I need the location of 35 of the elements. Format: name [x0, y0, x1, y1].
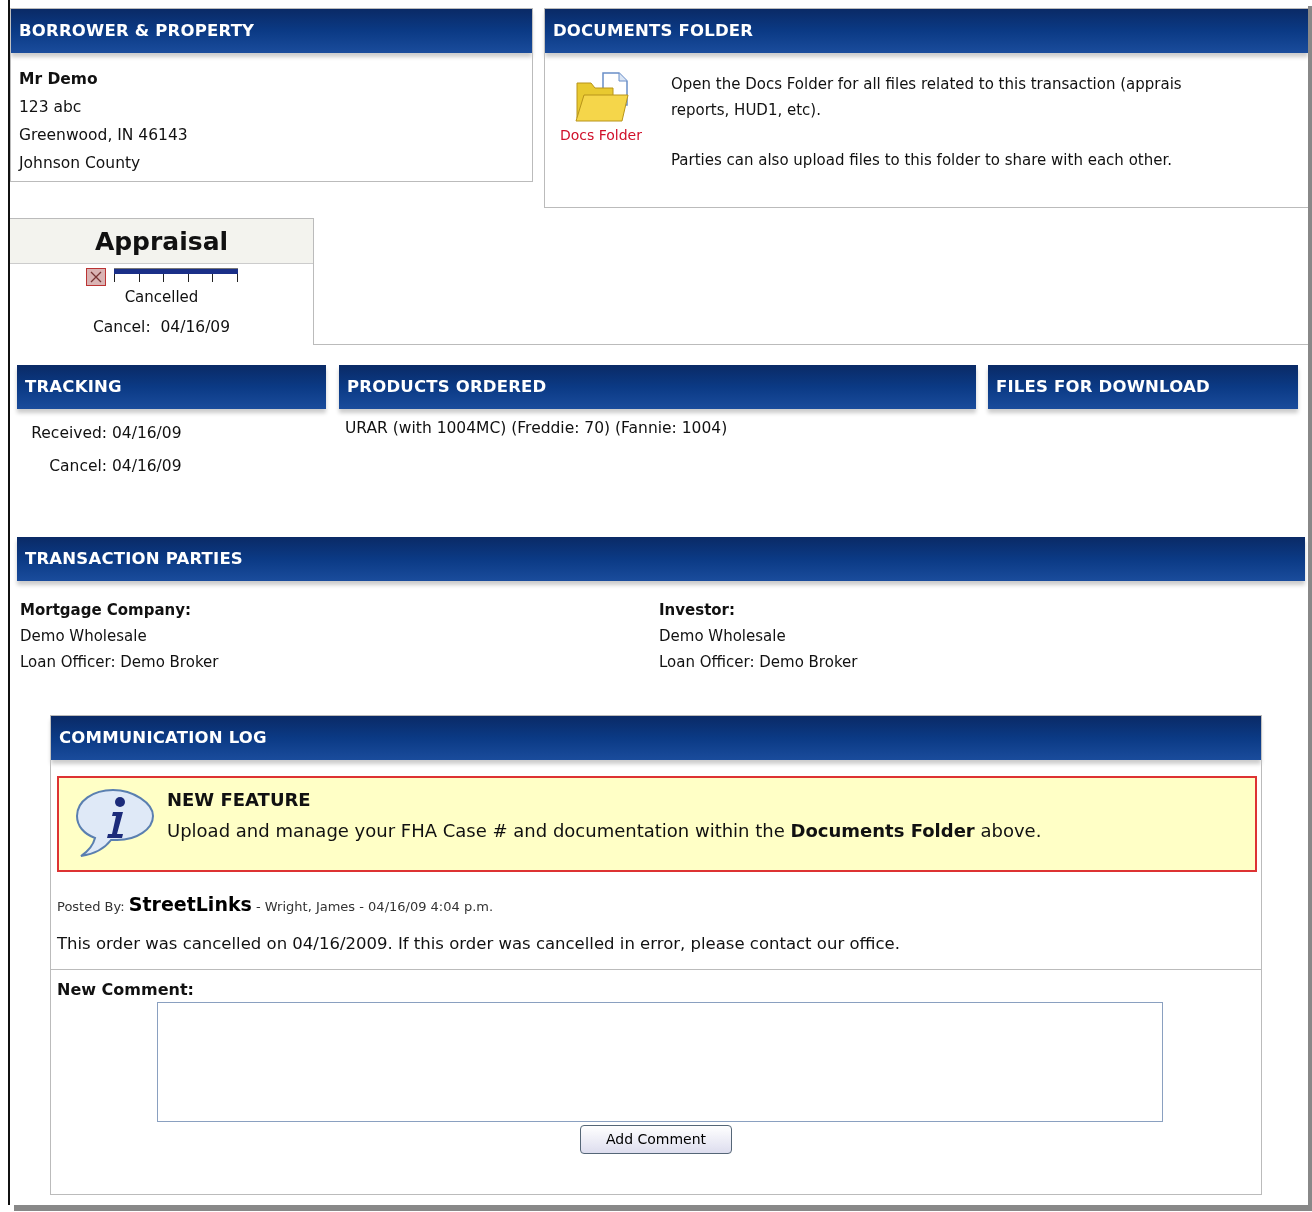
party-company: Demo Wholesale	[20, 626, 148, 647]
panel-header: TRANSACTION PARTIES	[17, 537, 1305, 581]
party-officer: Loan Officer: Demo Broker	[20, 652, 220, 673]
panel-header: COMMUNICATION LOG	[51, 716, 1261, 760]
panel-header: DOCUMENTS FOLDER	[544, 9, 1308, 53]
panel-header: TRACKING	[17, 365, 326, 409]
post-byline: Posted By: StreetLinks - Wright, James - 04/16/09 4:04 p.m.	[56, 891, 495, 917]
new-comment-label: New Comment:	[57, 979, 195, 1001]
docs-folder-link[interactable]: Docs Folder	[550, 70, 651, 172]
notice-heading: NEW FEATURE	[167, 787, 312, 812]
party-role: Investor:	[659, 600, 736, 621]
party-role: Mortgage Company:	[20, 600, 193, 621]
address-line: Greenwood, IN 46143	[19, 124, 189, 146]
description-line: reports, HUD1, etc).	[670, 99, 822, 121]
description-text: Parties can also upload files to this folder to share with each other.	[670, 149, 1173, 171]
tracking-row-text: Cancel: 04/16/09	[48, 456, 183, 477]
cancel-date: Cancel: 04/16/09	[91, 317, 232, 338]
notice-text: Upload and manage your FHA Case # and documentation within the Documents Folder above.	[167, 818, 1042, 843]
panel-header: FILES FOR DOWNLOAD	[988, 365, 1298, 409]
address-line: Johnson County	[19, 152, 142, 174]
status-text: Cancelled	[123, 286, 200, 308]
address-line: 123 abc	[19, 96, 83, 118]
party-officer: Loan Officer: Demo Broker	[659, 652, 859, 673]
comment-field[interactable]	[157, 1002, 1163, 1122]
tracking-row-text: Received: 04/16/09	[30, 423, 183, 444]
add-comment-button[interactable]: Add Comment	[579, 1125, 733, 1154]
party-company: Demo Wholesale	[659, 626, 787, 647]
post-message: This order was cancelled on 04/16/2009. If this order was cancelled in error, please contact our office.	[51, 918, 1261, 970]
product-item: URAR (with 1004MC) (Freddie: 70) (Fannie: 1004)	[344, 418, 729, 439]
description-line: Open the Docs Folder for all files related to this transaction (apprais	[670, 73, 1182, 95]
panel-header: PRODUCTS ORDERED	[339, 365, 976, 409]
folder-icon	[572, 70, 629, 125]
order-type-title: Appraisal	[10, 219, 313, 264]
borrower-name: Mr Demo	[19, 68, 99, 90]
panel-header: BORROWER & PROPERTY	[11, 9, 532, 53]
